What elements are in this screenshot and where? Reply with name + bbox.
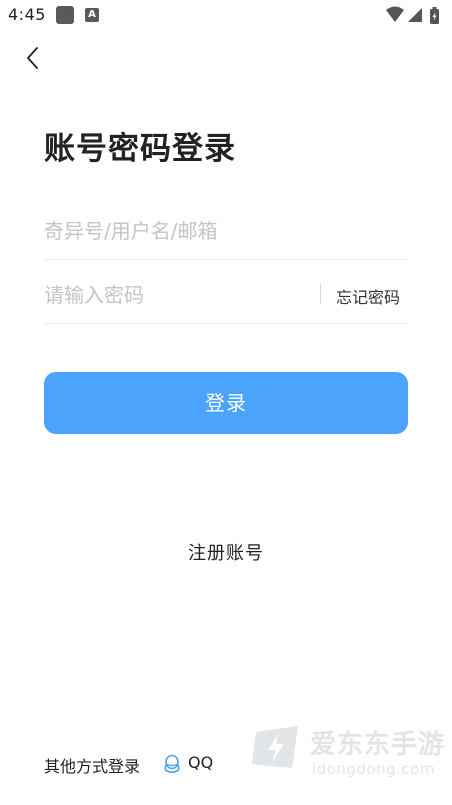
- login-button[interactable]: 登录: [44, 372, 408, 434]
- chevron-left-icon: [27, 47, 38, 69]
- status-icons: [384, 5, 444, 25]
- login-screen: 4:45 A 账号密码登录 奇异号/用户名/邮箱 忘记密码 登录 注册账号 其他…: [0, 0, 452, 805]
- back-button[interactable]: [20, 44, 48, 72]
- password-input[interactable]: [44, 275, 314, 315]
- qq-label: QQ: [188, 753, 214, 772]
- font-a-icon: A: [85, 8, 99, 22]
- other-login-label: 其他方式登录: [44, 757, 141, 776]
- wifi-icon: [386, 6, 404, 22]
- forgot-password-link[interactable]: 忘记密码: [336, 284, 400, 308]
- field-divider: [320, 284, 321, 304]
- qq-icon: [164, 754, 180, 774]
- username-input[interactable]: [44, 211, 408, 251]
- password-field: 忘记密码: [44, 267, 408, 324]
- watermark-logo-icon: [252, 726, 298, 768]
- app-notification-icon: [56, 6, 74, 24]
- battery-charging-icon: [430, 7, 439, 24]
- register-link[interactable]: 注册账号: [0, 539, 452, 565]
- username-field: [44, 203, 408, 260]
- watermark: 爱东东手游 idongdong.com: [246, 718, 446, 788]
- watermark-text: 爱东东手游: [310, 730, 446, 760]
- watermark-url: idongdong.com: [312, 760, 435, 778]
- status-bar: 4:45 A: [0, 0, 452, 32]
- status-time: 4:45: [8, 5, 46, 24]
- page-title: 账号密码登录: [44, 131, 236, 167]
- signal-icon: [408, 8, 422, 22]
